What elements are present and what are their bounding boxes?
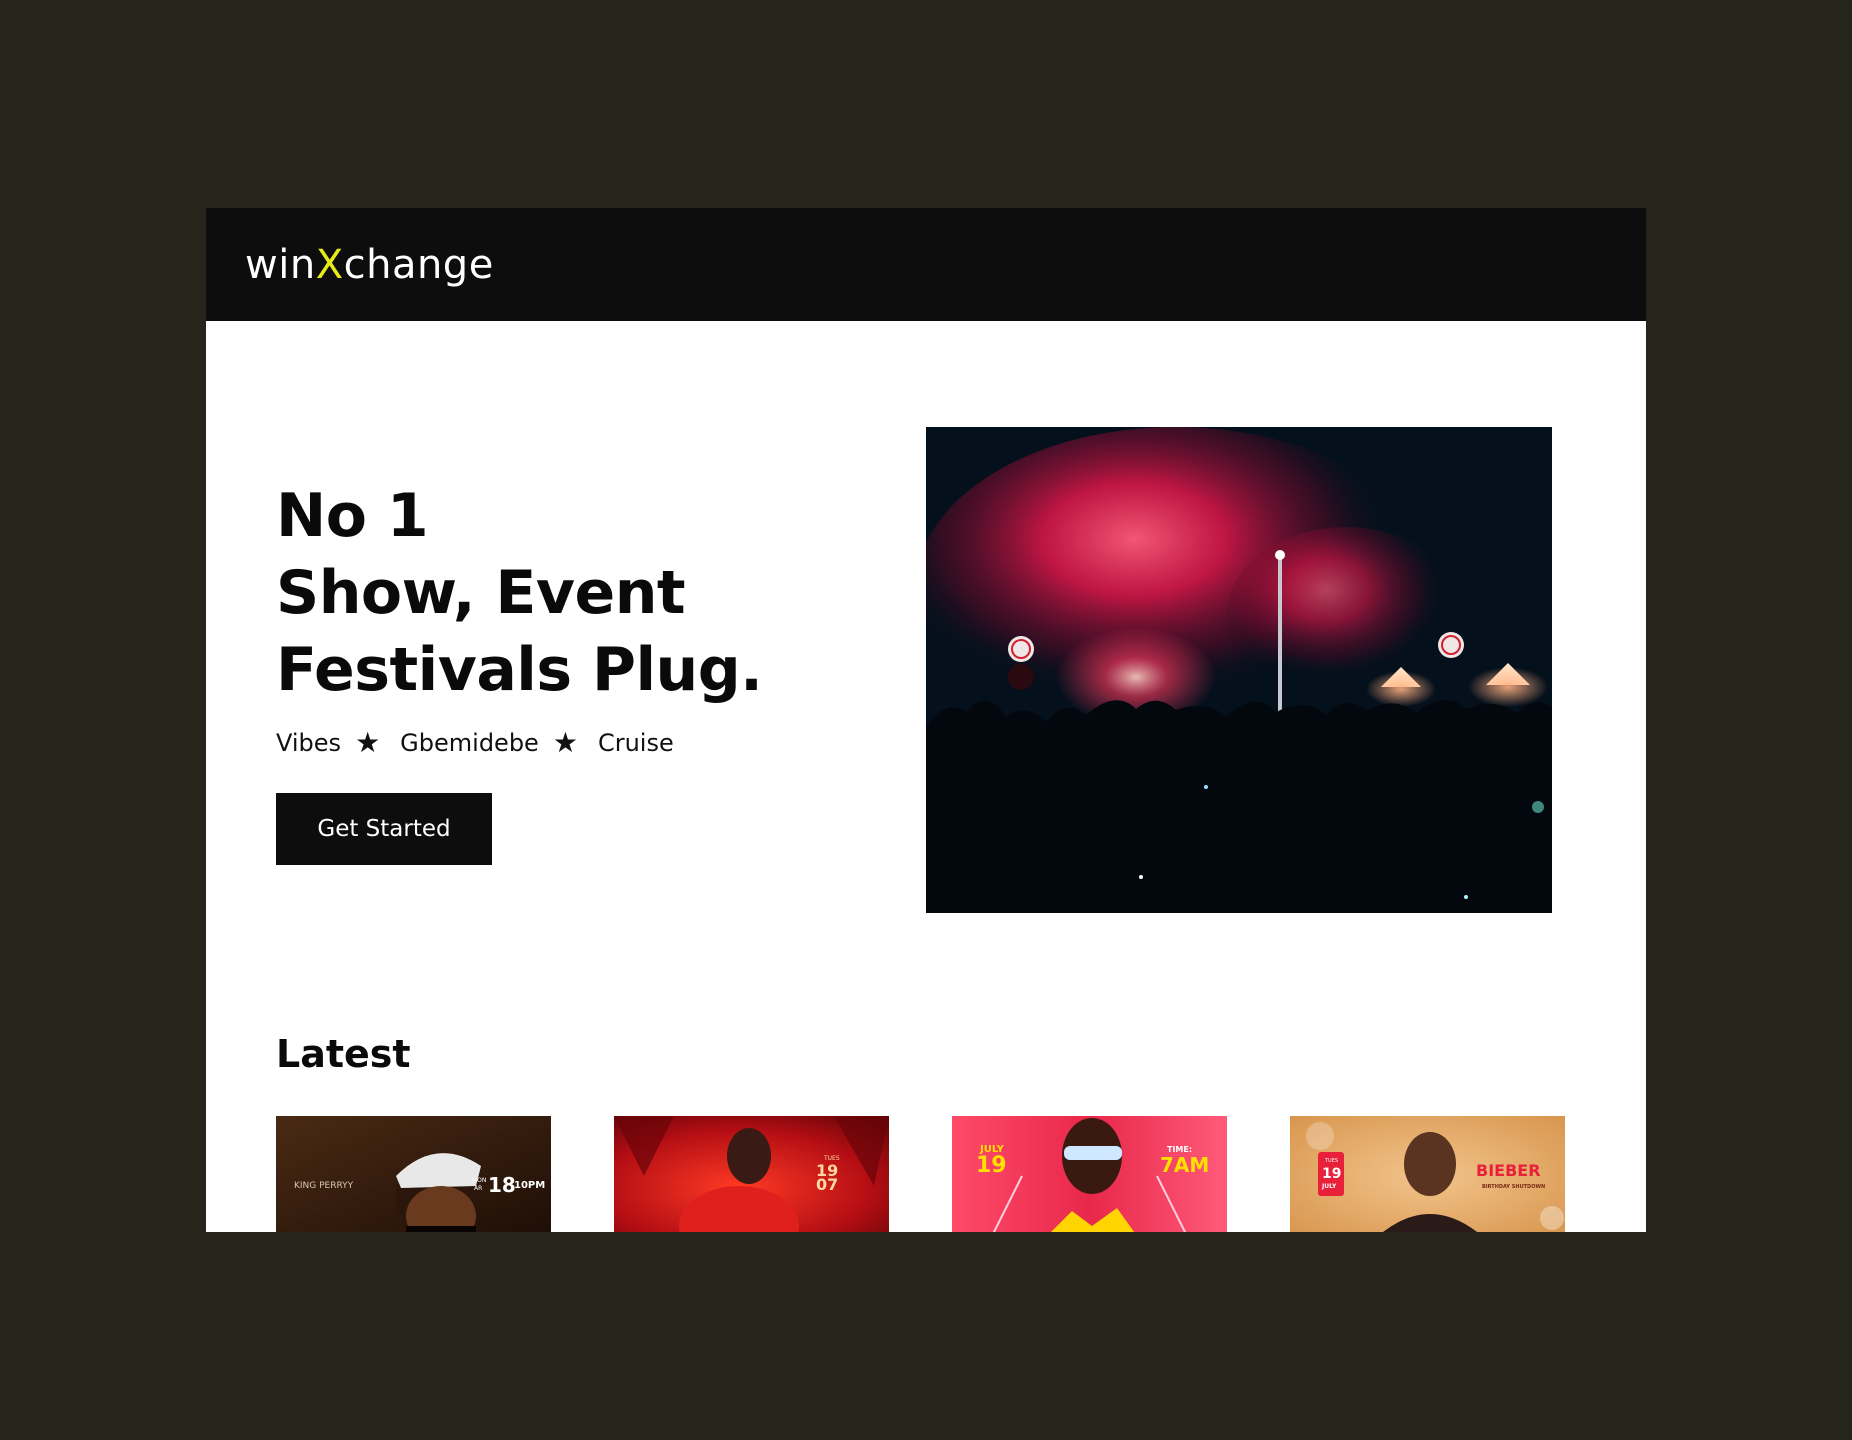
star-icon: ★ bbox=[355, 726, 381, 759]
tag-gbemidebe: Gbemidebe bbox=[400, 728, 539, 757]
hero-tags: Vibes ★ Gbemidebe ★ Cruise bbox=[276, 726, 674, 759]
star-icon: ★ bbox=[552, 726, 578, 759]
card-time: 10PM bbox=[514, 1180, 545, 1191]
hero-title: No 1 Show, Event Festivals Plug. bbox=[276, 478, 763, 709]
card-month: 07 bbox=[816, 1175, 838, 1194]
navbar: winXchange bbox=[206, 208, 1646, 321]
latest-heading: Latest bbox=[276, 1032, 411, 1076]
card-day: TUES bbox=[1324, 1158, 1338, 1164]
brand-suffix: change bbox=[343, 241, 494, 288]
card-date: 18 bbox=[488, 1173, 516, 1197]
tag-cruise: Cruise bbox=[597, 728, 674, 757]
brand-prefix: win bbox=[245, 241, 316, 288]
event-card-4[interactable]: TUES 19 JULY BIEBER BIRTHDAY SHUTDOWN bbox=[1290, 1116, 1565, 1232]
hero-title-line: Festivals Plug. bbox=[276, 635, 763, 705]
event-card-3[interactable]: JULY 19 TIME: 7AM bbox=[952, 1116, 1227, 1232]
get-started-button[interactable]: Get Started bbox=[276, 793, 492, 865]
brand-highlight: X bbox=[315, 241, 344, 288]
card-date: 19 bbox=[976, 1153, 1007, 1178]
app-frame: winXchange No 1 Show, Event Festivals Pl… bbox=[206, 208, 1646, 1232]
card-month: AR bbox=[474, 1185, 482, 1192]
card-day: MON bbox=[472, 1177, 486, 1184]
card-time: 7AM bbox=[1160, 1153, 1209, 1177]
hero-title-line: No 1 bbox=[276, 481, 429, 551]
card-title: BIEBER bbox=[1476, 1161, 1541, 1180]
event-card-1[interactable]: KING PERRYY MON AR 18 10PM bbox=[276, 1116, 551, 1232]
tag-vibes: Vibes bbox=[276, 728, 342, 757]
event-card-2[interactable]: TUES 19 07 bbox=[614, 1116, 889, 1232]
hero-title-line: Show, Event bbox=[276, 558, 686, 628]
card-month: JULY bbox=[1321, 1183, 1337, 1190]
card-subtitle: BIRTHDAY SHUTDOWN bbox=[1482, 1184, 1545, 1190]
card-artist-name: KING PERRYY bbox=[294, 1181, 354, 1191]
card-date: 19 bbox=[1322, 1166, 1341, 1182]
hero-concert-image bbox=[926, 427, 1552, 913]
brand-logo[interactable]: winXchange bbox=[245, 242, 494, 288]
